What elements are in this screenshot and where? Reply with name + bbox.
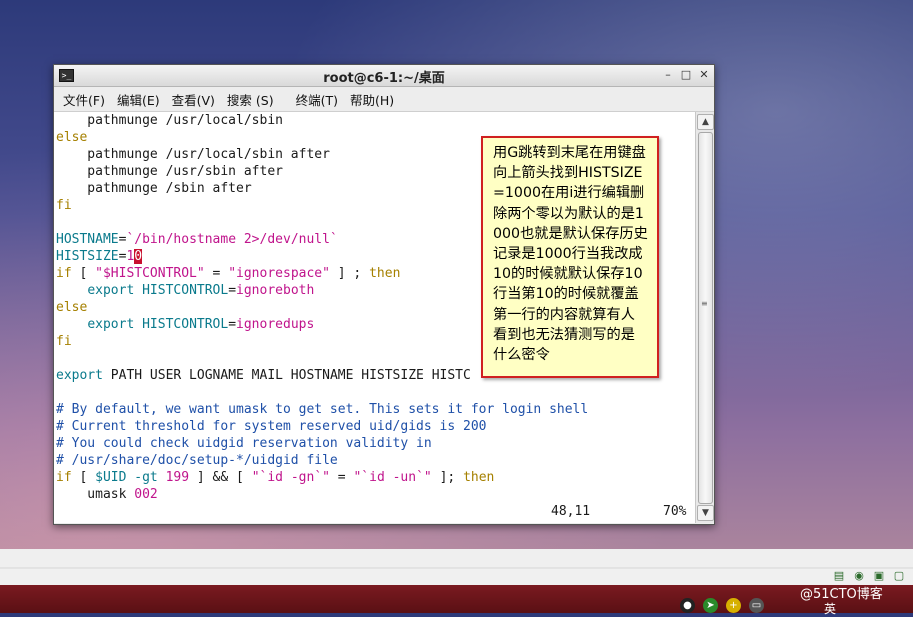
plus-icon[interactable]: + — [726, 598, 741, 613]
taskbar — [0, 585, 913, 613]
menu-terminal[interactable]: 终端(T) — [291, 88, 343, 111]
text-cursor: 0 — [134, 249, 143, 264]
terminal-line: export HISTCONTROL=ignoredups — [87, 317, 315, 332]
menu-view[interactable]: 查看(V) — [167, 88, 220, 111]
minimize-icon[interactable]: – — [662, 67, 674, 82]
watermark: @51CTO博客 — [800, 587, 883, 602]
terminal-line: if [ $UID -gt 199 ] && [ "`id -gn`" = "`… — [56, 470, 495, 485]
computer-icon[interactable]: ▭ — [749, 598, 764, 613]
window-title: root@c6-1:~/桌面 — [323, 71, 445, 86]
scroll-up-icon[interactable]: ▲ — [697, 114, 714, 130]
menu-file[interactable]: 文件(F) — [58, 88, 110, 111]
input-method-indicator[interactable]: 英 — [824, 600, 836, 617]
terminal-line: fi — [56, 198, 72, 213]
scroll-down-icon[interactable]: ▼ — [697, 505, 714, 521]
menu-edit[interactable]: 编辑(E) — [112, 88, 165, 111]
terminal-scrollbar[interactable]: ▲ ≡ ▼ — [695, 112, 714, 523]
scrollbar-thumb[interactable] — [698, 132, 713, 504]
window-controls: – □ ✕ — [662, 67, 710, 82]
close-icon[interactable]: ✕ — [698, 67, 710, 82]
terminal-line: else — [56, 300, 88, 315]
terminal-line: umask 002 — [56, 487, 158, 502]
terminal-line: else — [56, 130, 88, 145]
terminal-line: fi — [56, 334, 72, 349]
terminal-line: pathmunge /usr/local/sbin after — [56, 147, 330, 162]
system-tray: ▤ ◉ ▣ ▢ — [831, 568, 907, 584]
network-icon[interactable]: ▣ — [871, 568, 887, 584]
title-bar[interactable]: >_ root@c6-1:~/桌面 – □ ✕ — [54, 65, 714, 87]
terminal-line: # By default, we want umask to get set. … — [56, 402, 589, 417]
arrow-icon[interactable]: ➤ — [703, 598, 718, 613]
maximize-icon[interactable]: □ — [680, 67, 692, 82]
terminal-line: # /usr/share/doc/setup-*/uidgid file — [56, 453, 338, 468]
scroll-percent: 70% — [663, 504, 687, 519]
annotation-note: 用G跳转到末尾在用键盘向上箭头找到HISTSIZE=1000在用i进行编辑删除两… — [481, 136, 659, 378]
qq-icon[interactable]: ● — [680, 598, 695, 613]
display-icon[interactable]: ▢ — [891, 568, 907, 584]
menu-search[interactable]: 搜索 (S) — [222, 88, 279, 111]
grip-icon: ≡ — [701, 299, 708, 308]
disc-icon[interactable]: ◉ — [851, 568, 867, 584]
terminal-line: pathmunge /usr/local/sbin — [56, 113, 283, 128]
tray-app-icons: ● ➤ + ▭ — [680, 598, 764, 613]
terminal-line: HISTSIZE=10 — [56, 249, 143, 264]
terminal-line: # Current threshold for system reserved … — [56, 419, 487, 434]
terminal-line: export HISTCONTROL=ignoreboth — [87, 283, 315, 298]
terminal-line: pathmunge /sbin after — [56, 181, 252, 196]
terminal-line: # You could check uidgid reservation val… — [56, 436, 432, 451]
menu-bar: 文件(F) 编辑(E) 查看(V) 搜索 (S) 终端(T) 帮助(H) — [54, 87, 714, 112]
terminal-line: HOSTNAME=`/bin/hostname 2>/dev/null` — [56, 232, 338, 247]
vim-status-line: 48,11 70% — [54, 503, 695, 520]
menu-help[interactable]: 帮助(H) — [345, 88, 399, 111]
printer-icon[interactable]: ▤ — [831, 568, 847, 584]
terminal-line: export PATH USER LOGNAME MAIL HOSTNAME H… — [56, 368, 471, 383]
cursor-position: 48,11 — [551, 504, 591, 519]
terminal-line: pathmunge /usr/sbin after — [56, 164, 283, 179]
terminal-line: if [ "$HISTCONTROL" = "ignorespace" ] ; … — [56, 266, 401, 281]
